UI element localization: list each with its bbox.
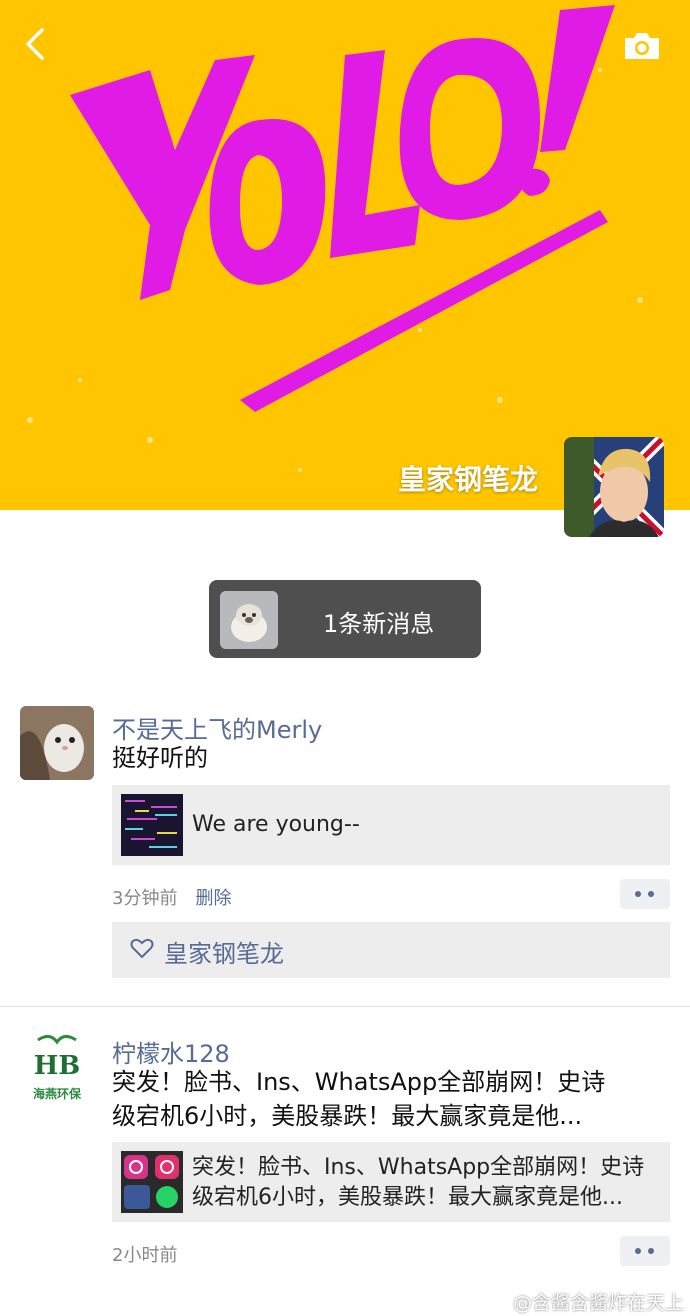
back-button[interactable] [22,26,52,62]
post-time: 3分钟前 [112,888,178,909]
watermark-text: @含酱含酱炸在天上 [512,1292,684,1314]
link-title-line-1: 突发！脸书、Ins、WhatsApp全部崩网！史诗 [192,1155,645,1180]
notification-text: 1条新消息 [323,610,435,638]
post-meta: 3分钟前 删除 [112,884,231,910]
post-time: 2小时前 [112,1245,178,1266]
cover-image[interactable]: 皇家钢笔龙 [0,0,690,510]
owner-avatar[interactable] [564,437,664,537]
new-message-notification[interactable]: 1条新消息 [209,580,481,658]
camera-button[interactable] [622,30,662,62]
post-text: 挺好听的 [112,744,208,772]
delete-button[interactable]: 删除 [195,888,231,909]
link-thumbnail [121,1151,183,1213]
notification-avatar [220,591,278,649]
more-actions-button[interactable] [620,1236,670,1266]
post-text-line-2: 级宕机6小时，美股暴跌！最大赢家竟是他... [112,1102,583,1130]
post-divider [0,1006,690,1007]
svg-text:HB: HB [34,1051,81,1081]
author-avatar[interactable] [20,706,94,780]
more-actions-button[interactable] [620,879,670,909]
link-title-line-2: 级宕机6小时，美股暴跌！最大赢家竟是他... [192,1185,623,1210]
heart-icon [130,938,154,959]
author-avatar[interactable]: HB 海燕环保 [20,1032,94,1106]
shared-link-card[interactable]: We are young-- [112,785,670,865]
svg-text:海燕环保: 海燕环保 [33,1086,82,1101]
likes-bar: 皇家钢笔龙 [112,922,670,978]
like-user-name[interactable]: 皇家钢笔龙 [164,934,284,969]
yolo-artwork [27,5,643,472]
camera-icon [625,33,659,59]
owner-name[interactable]: 皇家钢笔龙 [398,458,538,498]
shared-link-card[interactable]: 突发！脸书、Ins、WhatsApp全部崩网！史诗 级宕机6小时，美股暴跌！最大… [112,1142,670,1222]
link-title: We are young-- [192,812,360,837]
chevron-left-icon [26,28,44,60]
post-text-line-1: 突发！脸书、Ins、WhatsApp全部崩网！史诗 [112,1068,606,1096]
link-thumbnail [121,794,183,856]
